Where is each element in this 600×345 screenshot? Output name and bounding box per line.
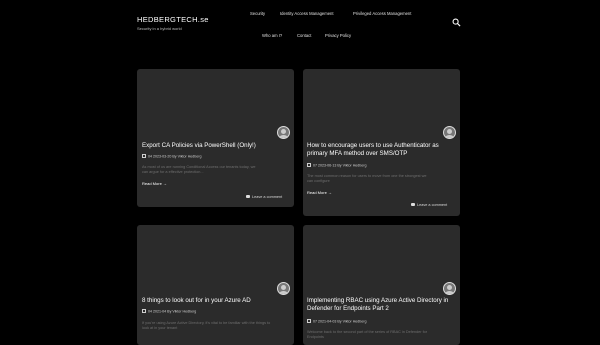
post-excerpt: Welcome back to the second part of the s… bbox=[307, 330, 428, 339]
author-avatar[interactable] bbox=[277, 282, 290, 295]
leave-comment-link[interactable]: Leave a comment bbox=[246, 195, 282, 199]
comment-icon bbox=[246, 195, 250, 198]
post-title[interactable]: How to encourage users to use Authentica… bbox=[307, 142, 459, 158]
post-card[interactable]: How to encourage users to use Authentica… bbox=[303, 69, 460, 216]
author-avatar[interactable] bbox=[443, 282, 456, 295]
nav-item-privileged-access-management[interactable]: Privileged Access Management bbox=[353, 11, 411, 16]
nav-item-who-am-i[interactable]: Who am I? bbox=[262, 33, 282, 38]
post-meta: 04 2021-04 By Viktor Hedberg bbox=[142, 309, 196, 314]
leave-comment-label: Leave a comment bbox=[252, 195, 283, 199]
post-meta-text: 04 2021-04 By Viktor Hedberg bbox=[148, 309, 197, 314]
leave-comment-label: Leave a comment bbox=[417, 203, 448, 207]
calendar-icon bbox=[307, 163, 311, 167]
site-header: HEDBERGTECH.se Security in a hybrid worl… bbox=[0, 0, 600, 60]
post-title[interactable]: 8 things to look out for in your Azure A… bbox=[142, 297, 290, 305]
post-card[interactable]: Implementing RBAC using Azure Active Dir… bbox=[303, 225, 460, 345]
site-title[interactable]: HEDBERGTECH.se bbox=[137, 15, 209, 24]
brand[interactable]: HEDBERGTECH.se Security in a hybrid worl… bbox=[137, 15, 209, 31]
post-meta-text: 07 2023-06-13 By Viktor Hedberg bbox=[313, 163, 367, 168]
site-tagline: Security in a hybrid world bbox=[137, 26, 182, 31]
post-meta-text: 04 2023-03-20 By Viktor Hedberg bbox=[148, 154, 202, 159]
post-title[interactable]: Implementing RBAC using Azure Active Dir… bbox=[307, 297, 459, 313]
leave-comment-link[interactable]: Leave a comment bbox=[411, 203, 447, 207]
post-meta: 07 2023-06-13 By Viktor Hedberg bbox=[307, 163, 366, 168]
post-excerpt: The most common reason for users to move… bbox=[307, 174, 427, 183]
calendar-icon bbox=[142, 309, 146, 313]
nav-item-contact[interactable]: Contact bbox=[297, 33, 311, 38]
nav-item-privacy-policy[interactable]: Privacy Policy bbox=[325, 33, 351, 38]
calendar-icon bbox=[142, 154, 146, 158]
post-meta: 04 2023-03-20 By Viktor Hedberg bbox=[142, 154, 201, 159]
author-avatar[interactable] bbox=[443, 126, 456, 139]
post-card[interactable]: 8 things to look out for in your Azure A… bbox=[137, 225, 294, 345]
calendar-icon bbox=[307, 319, 311, 323]
nav-item-security[interactable]: Security bbox=[250, 11, 265, 16]
search-icon[interactable] bbox=[452, 18, 461, 27]
post-title[interactable]: Export CA Policies via PowerShell (Only!… bbox=[142, 142, 290, 150]
read-more-link[interactable]: Read More → bbox=[142, 181, 167, 186]
post-excerpt: If you're using Azure Active Directory, … bbox=[142, 321, 271, 330]
post-meta-text: 07 2021-04-03 By Viktor Hedberg bbox=[313, 319, 367, 324]
author-avatar[interactable] bbox=[277, 126, 290, 139]
post-excerpt: As most of us are running Conditional Ac… bbox=[142, 165, 256, 174]
nav-item-identity-access-management[interactable]: Identity Access Management bbox=[280, 11, 334, 16]
post-meta: 07 2021-04-03 By Viktor Hedberg bbox=[307, 319, 366, 324]
comment-icon bbox=[411, 203, 415, 206]
read-more-link[interactable]: Read More → bbox=[307, 190, 332, 195]
post-card[interactable]: Export CA Policies via PowerShell (Only!… bbox=[137, 69, 294, 207]
